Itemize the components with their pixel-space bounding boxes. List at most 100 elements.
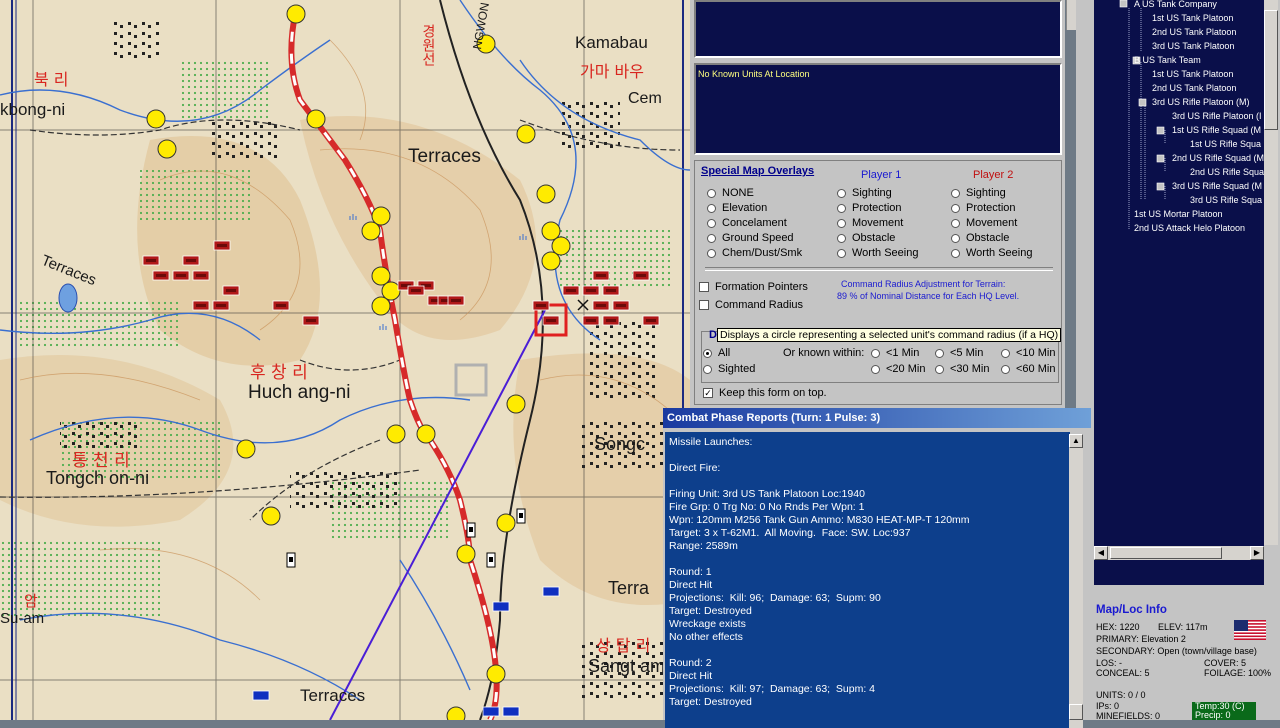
friendly-unit-marker[interactable] [516,124,536,144]
overlay-col2-option-sighting[interactable]: Sighting [837,187,892,199]
tree-vscroll[interactable] [1264,0,1278,545]
tree-item[interactable]: 3rd US Rifle Squad (M [1172,181,1262,191]
overlay-col3-option-worth-seeing[interactable]: Worth Seeing [951,247,1032,259]
display-all-radio-dot[interactable] [703,348,712,358]
friendly-unit-marker[interactable] [146,109,166,129]
tree-item[interactable]: 3rd US Rifle Platoon (M) [1152,97,1250,107]
overlay-radio[interactable] [707,248,716,258]
tree-item[interactable]: 2nd US Tank Platoon [1152,83,1236,93]
friendly-unit-marker[interactable] [371,296,391,316]
keep-on-top-checkbox[interactable]: ✓ Keep this form on top. [703,387,827,399]
tree-vscroll-thumb[interactable] [1264,10,1278,130]
tree-hscroll-thumb[interactable] [1110,547,1222,559]
combat-reports-title[interactable]: Combat Phase Reports (Turn: 1 Pulse: 3) [663,408,1091,428]
overlay-radio[interactable] [837,218,846,228]
friendly-unit-marker[interactable] [496,513,516,533]
overlay-col2-option-protection[interactable]: Protection [837,202,902,214]
overlay-col1-option-chem-dust-smk[interactable]: Chem/Dust/Smk [707,247,802,259]
overlay-radio[interactable] [951,248,960,258]
overlay-col1-option-none[interactable]: NONE [707,187,754,199]
overlay-radio[interactable] [837,203,846,213]
display-sighted-radio[interactable]: Sighted [703,363,755,375]
tree-hscroll[interactable]: ◀ ▶ [1094,546,1264,560]
friendly-unit-marker[interactable] [486,664,506,684]
friendly-unit-marker[interactable] [541,251,561,271]
friendly-vehicle-marker[interactable] [482,706,500,717]
overlay-col3-option-obstacle[interactable]: Obstacle [951,232,1009,244]
overlay-col2-option-worth-seeing[interactable]: Worth Seeing [837,247,918,259]
tree-hscroll-left[interactable]: ◀ [1094,546,1108,560]
reports-scrollbar[interactable]: ▲ [1069,434,1083,728]
friendly-vehicle-marker[interactable] [502,706,520,717]
tree-item[interactable]: 1st US Mortar Platoon [1134,209,1223,219]
tree-item[interactable]: 3rd US Rifle Platoon (I [1172,111,1262,121]
friendly-unit-marker[interactable] [261,506,281,526]
tree-hscroll-right[interactable]: ▶ [1250,546,1264,560]
friendly-vehicle-marker[interactable] [492,601,510,612]
friendly-unit-marker[interactable] [506,394,526,414]
overlay-col2-option-obstacle[interactable]: Obstacle [837,232,895,244]
friendly-unit-marker[interactable] [361,221,381,241]
reports-scroll-thumb[interactable] [1069,704,1083,720]
overlay-col3-option-movement[interactable]: Movement [951,217,1017,229]
formation-pointers-box[interactable] [699,282,709,293]
reports-scroll-up[interactable]: ▲ [1069,434,1083,448]
time-radio-dot[interactable] [871,364,880,374]
time-radio-3[interactable]: <20 Min [871,363,925,375]
tree-item[interactable]: 3rd US Tank Platoon [1152,41,1234,51]
tree-item[interactable]: 1st US Tank Platoon [1152,13,1233,23]
time-radio-dot[interactable] [871,348,880,358]
overlay-col1-option-ground-speed[interactable]: Ground Speed [707,232,794,244]
location-panel[interactable]: No Known Units At Location [694,63,1062,155]
tree-item[interactable]: B US Tank Team [1134,55,1201,65]
unit-list-panel[interactable] [694,0,1062,58]
tree-item[interactable]: 1st US Rifle Squad (M [1172,125,1261,135]
overlay-radio[interactable] [707,233,716,243]
friendly-unit-marker[interactable] [306,109,326,129]
overlay-radio[interactable] [707,218,716,228]
unit-layer[interactable] [0,0,690,720]
tree-item[interactable]: 1st US Rifle Squa [1190,139,1261,149]
time-radio-dot[interactable] [935,348,944,358]
friendly-unit-marker[interactable] [536,184,556,204]
overlay-radio[interactable] [951,188,960,198]
command-radius-box[interactable] [699,300,709,311]
overlay-col3-option-sighting[interactable]: Sighting [951,187,1006,199]
overlay-radio[interactable] [707,203,716,213]
friendly-unit-marker[interactable] [416,424,436,444]
keep-on-top-box[interactable]: ✓ [703,388,713,399]
tree-item[interactable]: 1st US Tank Platoon [1152,69,1233,79]
time-radio-4[interactable]: <30 Min [935,363,989,375]
time-radio-1[interactable]: <5 Min [935,347,983,359]
display-all-radio[interactable]: All [703,347,730,359]
overlay-radio[interactable] [837,188,846,198]
overlay-radio[interactable] [707,188,716,198]
overlay-radio[interactable] [951,218,960,228]
tactical-map[interactable]: Kamabau 가마 바우 Cem kbong-ni 북 리 Terraces … [0,0,690,720]
friendly-unit-marker[interactable] [446,706,466,720]
friendly-unit-marker[interactable] [456,544,476,564]
time-radio-0[interactable]: <1 Min [871,347,919,359]
overlay-radio[interactable] [951,233,960,243]
command-radius-checkbox[interactable]: Command Radius [699,299,803,311]
friendly-unit-marker[interactable] [386,424,406,444]
overlay-col2-option-movement[interactable]: Movement [837,217,903,229]
overlay-col1-option-concelament[interactable]: Concelament [707,217,787,229]
friendly-vehicle-marker[interactable] [252,690,270,701]
combat-reports-window[interactable]: Combat Phase Reports (Turn: 1 Pulse: 3) … [663,408,1091,728]
tree-item[interactable]: 2nd US Rifle Squa [1190,167,1264,177]
overlay-radio[interactable] [951,203,960,213]
formation-pointers-checkbox[interactable]: Formation Pointers [699,281,808,293]
time-radio-2[interactable]: <10 Min [1001,347,1055,359]
friendly-unit-marker[interactable] [286,4,306,24]
friendly-vehicle-marker[interactable] [542,586,560,597]
friendly-unit-marker[interactable] [157,139,177,159]
tree-item[interactable]: 2nd US Attack Helo Platoon [1134,223,1245,233]
overlay-col3-option-protection[interactable]: Protection [951,202,1016,214]
overlay-radio[interactable] [837,248,846,258]
tree-item[interactable]: 2nd US Rifle Squad (M [1172,153,1264,163]
time-radio-dot[interactable] [1001,348,1010,358]
friendly-unit-marker[interactable] [236,439,256,459]
force-tree-panel[interactable]: A US Tank Company 1st US Tank Platoon 2nd … [1094,0,1264,585]
tree-item[interactable]: 3rd US Rifle Squa [1190,195,1262,205]
